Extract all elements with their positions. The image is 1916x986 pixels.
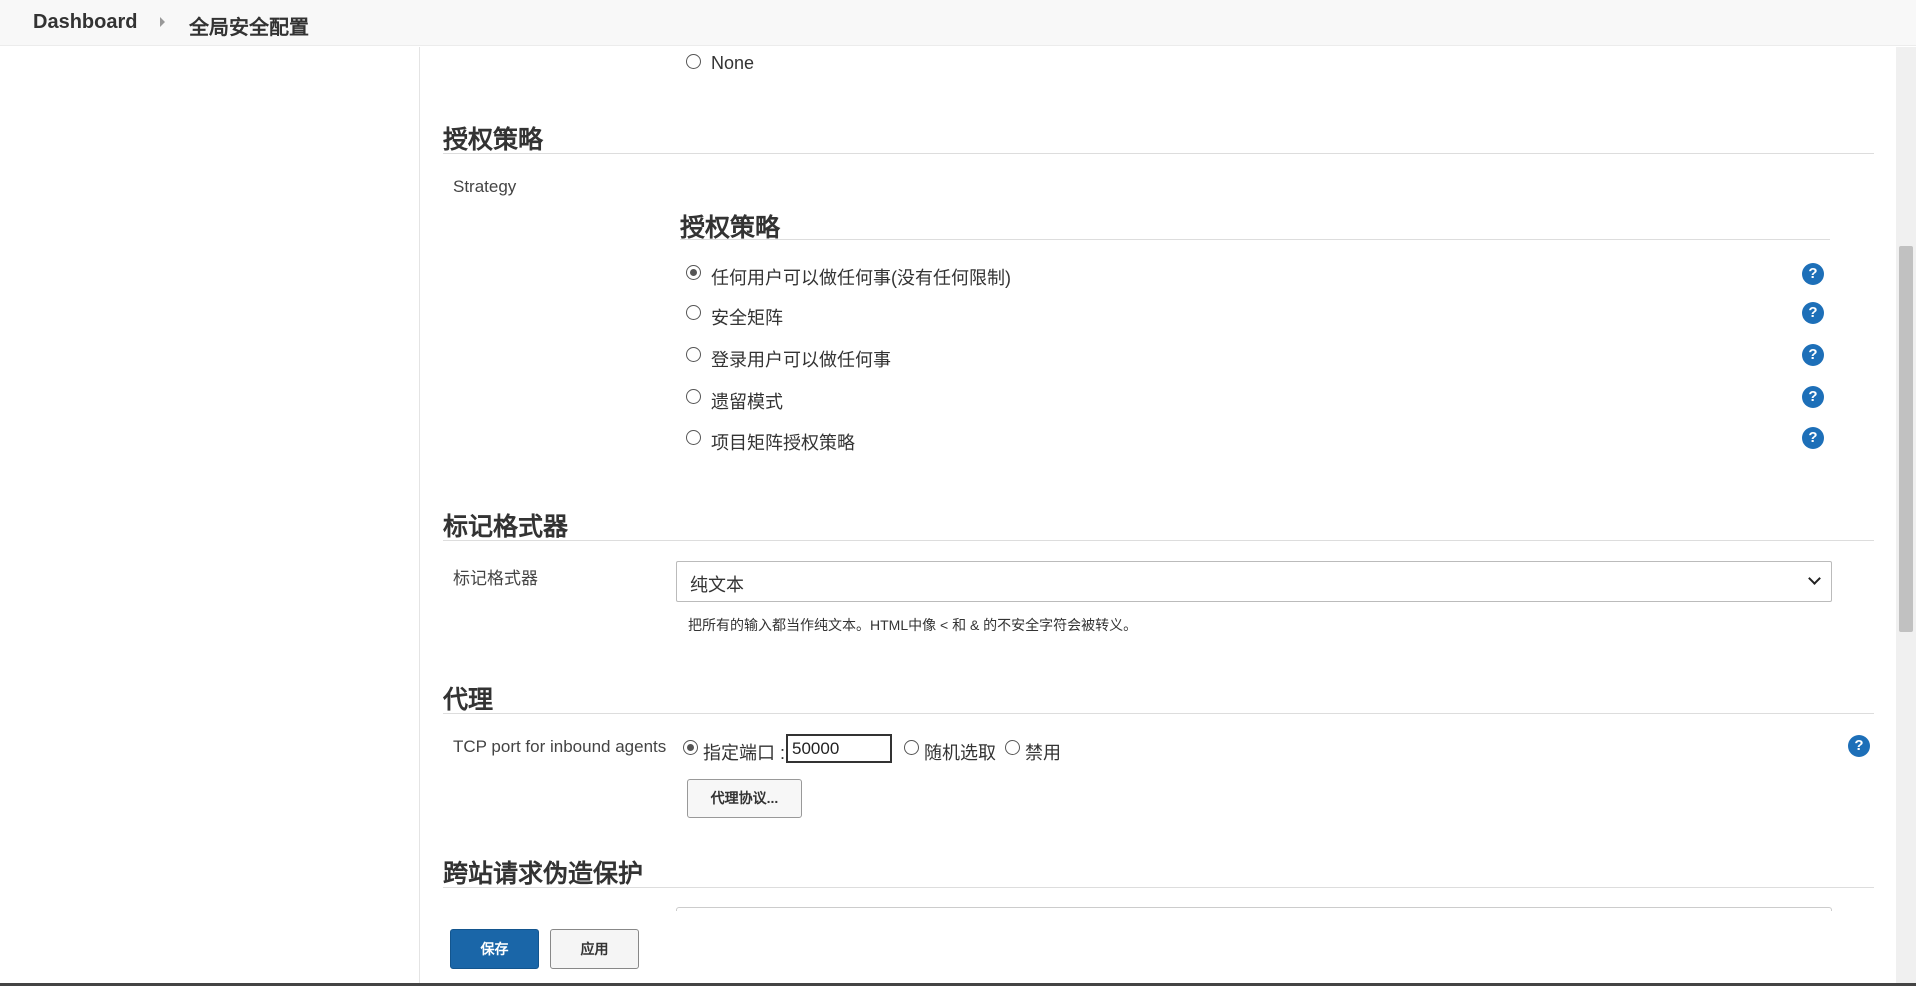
auth-option-label[interactable]: 遗留模式 (711, 388, 783, 414)
section-divider (443, 540, 1874, 541)
auth-option-label[interactable]: 安全矩阵 (711, 304, 783, 330)
tcp-port-random-label[interactable]: 随机选取 (924, 739, 996, 765)
chevron-down-icon (1808, 572, 1821, 585)
markup-formatter-select[interactable]: 纯文本 (676, 561, 1832, 602)
tcp-port-input[interactable] (786, 734, 892, 763)
auth-option-radio[interactable] (686, 389, 701, 404)
subsection-divider (680, 239, 1830, 240)
security-realm-none-label[interactable]: None (711, 53, 754, 74)
markup-formatter-label: 标记格式器 (453, 569, 538, 588)
section-divider (443, 713, 1874, 714)
authorization-section-title: 授权策略 (443, 126, 544, 154)
agents-section-title: 代理 (443, 686, 494, 714)
side-panel (0, 47, 420, 986)
breadcrumb-dashboard-link[interactable]: Dashboard (33, 11, 137, 34)
markup-formatter-description: 把所有的输入都当作纯文本。HTML中像 < 和 & 的不安全字符会被转义。 (688, 617, 1138, 633)
security-realm-none-radio[interactable] (686, 54, 701, 69)
apply-button[interactable]: 应用 (550, 929, 639, 969)
auth-option-label[interactable]: 任何用户可以做任何事(没有任何限制) (711, 264, 1011, 290)
help-icon[interactable]: ? (1802, 263, 1824, 285)
section-divider (443, 887, 1874, 888)
save-button[interactable]: 保存 (450, 929, 539, 969)
section-divider (443, 153, 1874, 154)
agent-protocols-button[interactable]: 代理协议... (687, 779, 802, 818)
help-icon[interactable]: ? (1848, 735, 1870, 757)
auth-option-label[interactable]: 登录用户可以做任何事 (711, 346, 891, 372)
breadcrumb: Dashboard 全局安全配置 (0, 0, 1916, 46)
help-icon[interactable]: ? (1802, 302, 1824, 324)
help-icon[interactable]: ? (1802, 344, 1824, 366)
markup-formatter-selected-value: 纯文本 (690, 575, 744, 595)
auth-option-radio[interactable] (686, 265, 701, 280)
auth-option-radio[interactable] (686, 305, 701, 320)
markup-formatter-section-title: 标记格式器 (443, 513, 569, 541)
auth-option-radio[interactable] (686, 347, 701, 362)
csrf-settings-box (676, 907, 1832, 911)
csrf-section-title: 跨站请求伪造保护 (443, 860, 644, 888)
breadcrumb-current-page: 全局安全配置 (189, 17, 309, 39)
tcp-port-random-radio[interactable] (904, 740, 919, 755)
chevron-right-icon[interactable] (160, 17, 165, 27)
tcp-port-disable-label[interactable]: 禁用 (1025, 739, 1061, 765)
strategy-label: Strategy (453, 177, 517, 196)
tcp-port-disable-radio[interactable] (1005, 740, 1020, 755)
tcp-port-label: TCP port for inbound agents (453, 737, 667, 756)
auth-option-label[interactable]: 项目矩阵授权策略 (711, 429, 855, 455)
scrollbar-thumb[interactable] (1899, 246, 1913, 632)
tcp-port-fixed-label[interactable]: 指定端口 : (703, 739, 785, 765)
help-icon[interactable]: ? (1802, 427, 1824, 449)
auth-option-radio[interactable] (686, 430, 701, 445)
help-icon[interactable]: ? (1802, 386, 1824, 408)
tcp-port-fixed-radio[interactable] (683, 740, 698, 755)
